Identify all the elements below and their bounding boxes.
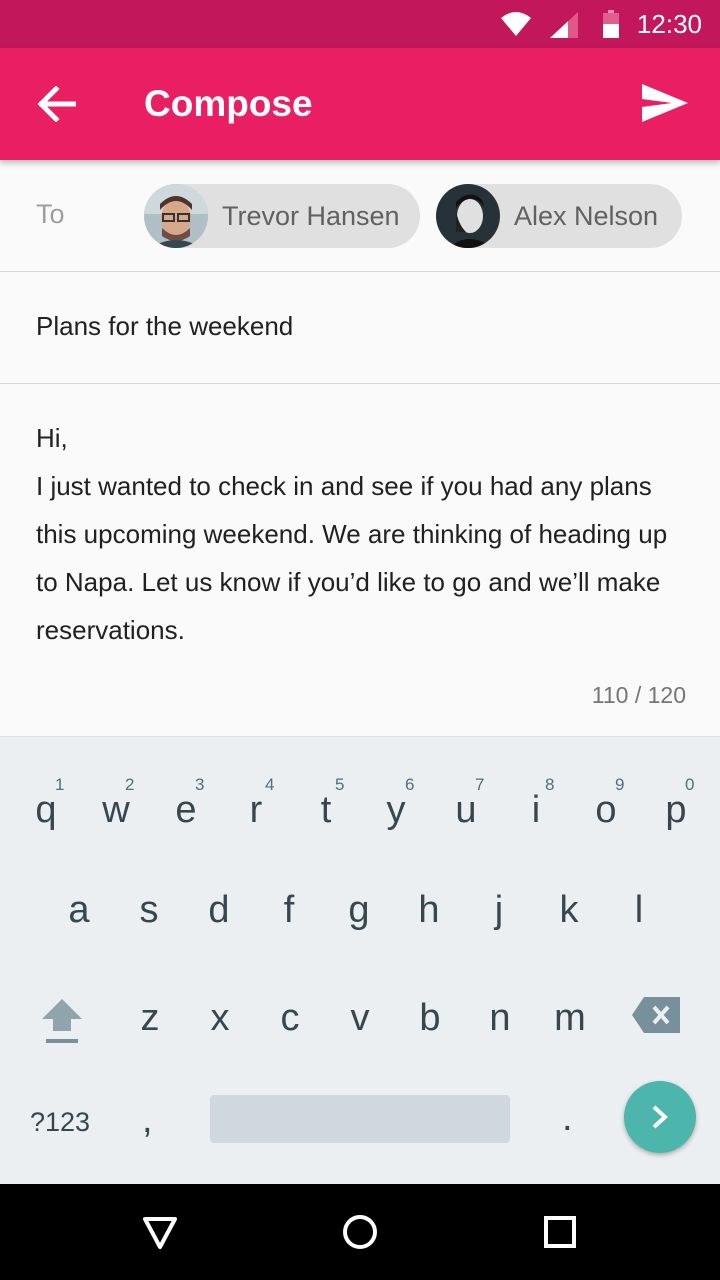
avatar — [436, 184, 500, 248]
to-label: To — [36, 199, 65, 229]
key-label: f — [283, 889, 295, 931]
key-label: z — [140, 997, 160, 1039]
back-icon[interactable] — [142, 1216, 178, 1250]
status-time: 12:30 — [636, 9, 702, 39]
key-c[interactable]: c — [255, 945, 325, 1041]
key-m[interactable]: m — [535, 945, 605, 1041]
arrow-left-icon[interactable] — [36, 86, 76, 122]
next-key[interactable] — [624, 1081, 696, 1153]
compose-screen: 12:30 Compose To Trevor Hansen Alex Nels… — [0, 0, 720, 1280]
message-body-field[interactable]: Hi, I just wanted to check in and see if… — [0, 384, 720, 736]
key-g[interactable]: g — [324, 737, 394, 931]
period-key[interactable]: . — [562, 1093, 573, 1143]
avatar — [144, 184, 208, 248]
comma-key[interactable]: , — [142, 1095, 153, 1145]
character-counter: 110 / 120 — [591, 682, 686, 708]
key-label: c — [280, 997, 300, 1039]
navigation-bar — [0, 1184, 720, 1280]
key-label: b — [419, 997, 441, 1039]
key-l[interactable]: l — [604, 737, 674, 931]
recipient-name: Alex Nelson — [514, 201, 659, 231]
key-n[interactable]: n — [465, 945, 535, 1041]
backspace-icon[interactable] — [632, 997, 680, 1033]
key-b[interactable]: b — [395, 945, 465, 1041]
symbols-key[interactable]: ?123 — [30, 1105, 90, 1139]
recipient-name: Trevor Hansen — [222, 201, 400, 231]
key-label: v — [350, 997, 370, 1039]
key-label: k — [559, 889, 579, 931]
space-key[interactable] — [210, 1095, 510, 1143]
key-label: x — [210, 997, 230, 1039]
key-label: s — [139, 889, 159, 931]
key-label: h — [418, 889, 440, 931]
key-d[interactable]: d — [184, 737, 254, 931]
shift-icon[interactable] — [42, 999, 82, 1045]
key-s[interactable]: s — [114, 737, 184, 931]
signal-icon — [550, 12, 578, 38]
recipient-chip[interactable]: Alex Nelson — [436, 184, 682, 248]
battery-icon — [603, 10, 619, 38]
app-bar: Compose — [0, 48, 720, 160]
keyboard: 1q 2w 3e 4r 5t 6y 7u 8i 9o 0p a s d f g … — [0, 736, 720, 1184]
key-label: a — [68, 889, 90, 931]
key-f[interactable]: f — [254, 737, 324, 931]
key-label: d — [208, 889, 230, 931]
key-z[interactable]: z — [115, 945, 185, 1041]
key-label: g — [348, 889, 370, 931]
wifi-icon — [501, 12, 531, 36]
key-a[interactable]: a — [44, 737, 114, 931]
message-body-text: Hi, I just wanted to check in and see if… — [36, 423, 668, 645]
key-label: m — [554, 997, 586, 1039]
send-icon[interactable] — [642, 84, 688, 122]
recipient-chip[interactable]: Trevor Hansen — [144, 184, 420, 248]
status-bar: 12:30 — [0, 0, 720, 48]
page-title: Compose — [144, 83, 313, 124]
key-x[interactable]: x — [185, 945, 255, 1041]
key-label: j — [494, 889, 504, 931]
chevron-right-icon — [652, 1105, 668, 1129]
key-label: n — [489, 997, 511, 1039]
key-k[interactable]: k — [534, 737, 604, 931]
key-j[interactable]: j — [464, 737, 534, 931]
subject-field[interactable]: Plans for the weekend — [0, 272, 720, 384]
key-label: l — [634, 889, 644, 931]
key-h[interactable]: h — [394, 737, 464, 931]
recents-icon[interactable] — [544, 1216, 576, 1248]
recipients-field[interactable]: To Trevor Hansen Alex Nelson — [0, 160, 720, 272]
subject-text: Plans for the weekend — [36, 311, 294, 341]
home-icon[interactable] — [342, 1214, 378, 1250]
key-v[interactable]: v — [325, 945, 395, 1041]
